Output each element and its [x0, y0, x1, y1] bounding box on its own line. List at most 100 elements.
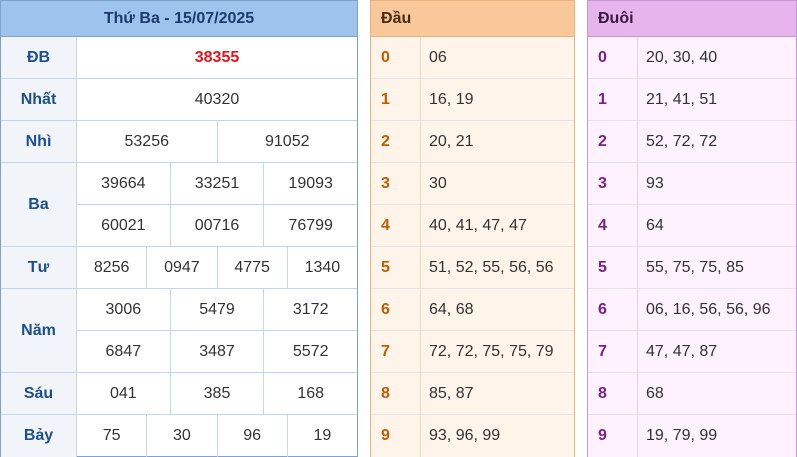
- dau-digit: 1: [371, 79, 421, 120]
- prize-number: 39664: [101, 174, 146, 192]
- dau-numbers: 16, 19: [429, 90, 474, 108]
- duoi-numbers: 68: [646, 384, 664, 402]
- prize-line: 39664 33251 19093: [77, 163, 357, 204]
- duoi-numbers: 64: [646, 216, 664, 234]
- prize-line: 3006 5479 3172: [77, 289, 357, 330]
- prize-number: 19: [286, 415, 357, 457]
- duoi-row: 5 55, 75, 75, 85: [588, 247, 796, 289]
- prize-number: 40320: [194, 90, 240, 108]
- prize-number: 30: [146, 415, 216, 457]
- dau-numbers: 85, 87: [429, 384, 474, 402]
- dau-digit: 0: [371, 37, 421, 78]
- duoi-row: 8 68: [588, 373, 796, 415]
- duoi-digit: 5: [588, 247, 638, 288]
- prize-number: 76799: [263, 205, 357, 246]
- dau-rows: 0 06 1 16, 19 2 20, 21 3 30 4 40, 41, 47, 47 5 51, …: [371, 37, 574, 457]
- duoi-numbers: 21, 41, 51: [646, 90, 718, 108]
- dau-row: 8 85, 87: [371, 373, 574, 415]
- prize-label: Tư: [1, 247, 77, 288]
- dau-numbers: 06: [429, 48, 447, 66]
- prize-values: 40320: [77, 79, 357, 120]
- duoi-rows: 0 20, 30, 40 1 21, 41, 51 2 52, 72, 72 3 93 4 64 5…: [588, 37, 796, 457]
- dau-numbers: 30: [429, 174, 447, 192]
- prize-line: 38355: [77, 37, 357, 78]
- prize-number: 3006: [105, 300, 142, 318]
- duoi-row: 9 19, 79, 99: [588, 415, 796, 457]
- duoi-numbers: 06, 16, 56, 56, 96: [646, 300, 771, 318]
- prize-label: Nhất: [1, 79, 77, 120]
- prize-number: 0947: [146, 247, 216, 288]
- duoi-row: 4 64: [588, 205, 796, 247]
- results-date-title: Thứ Ba - 15/07/2025: [1, 1, 357, 37]
- duoi-digit: 7: [588, 331, 638, 372]
- duoi-header: Đuôi: [588, 1, 796, 37]
- duoi-digit: 4: [588, 205, 638, 246]
- prize-row: ĐB 38355: [1, 37, 357, 79]
- prize-values: 53256 91052: [77, 121, 357, 162]
- prize-label: Bảy: [1, 415, 77, 457]
- prize-line: 75 30 96 19: [77, 415, 357, 457]
- prize-row: Sáu 041 385 168: [1, 373, 357, 415]
- duoi-row: 1 21, 41, 51: [588, 79, 796, 121]
- duoi-digit: 6: [588, 289, 638, 330]
- dau-numbers: 51, 52, 55, 56, 56: [429, 258, 554, 276]
- prize-number: 1340: [286, 247, 357, 288]
- prize-row: Nhất 40320: [1, 79, 357, 121]
- dau-digit: 5: [371, 247, 421, 288]
- dau-numbers: 72, 72, 75, 75, 79: [429, 342, 554, 360]
- prize-number: 53256: [124, 132, 170, 150]
- duoi-header-label: Đuôi: [598, 9, 634, 27]
- dau-digit: 7: [371, 331, 421, 372]
- prize-label: Ba: [1, 163, 77, 246]
- prize-row: Tư 8256 0947 4775 1340: [1, 247, 357, 289]
- prize-label: Sáu: [1, 373, 77, 414]
- dau-row: 1 16, 19: [371, 79, 574, 121]
- dau-row: 7 72, 72, 75, 75, 79: [371, 331, 574, 373]
- prize-number: 385: [169, 373, 264, 414]
- prize-number: 00716: [169, 205, 264, 246]
- dau-row: 9 93, 96, 99: [371, 415, 574, 457]
- prize-line: 53256 91052: [77, 121, 357, 162]
- duoi-digit: 9: [588, 415, 638, 457]
- prize-line: 60021 00716 76799: [77, 204, 357, 246]
- prize-values: 75 30 96 19: [77, 415, 357, 457]
- special-prize-number: 38355: [194, 48, 240, 66]
- dau-row: 4 40, 41, 47, 47: [371, 205, 574, 247]
- prize-number: 75: [102, 427, 121, 444]
- prize-rows: ĐB 38355 Nhất 40320 Nhì 53256 91052 Ba 39664 3325…: [1, 37, 357, 457]
- dau-digit: 4: [371, 205, 421, 246]
- dau-header: Đầu: [371, 1, 574, 37]
- prize-row: Nhì 53256 91052: [1, 121, 357, 163]
- dau-numbers: 40, 41, 47, 47: [429, 216, 527, 234]
- dau-row: 0 06: [371, 37, 574, 79]
- prize-number: 5572: [263, 331, 357, 372]
- duoi-digit: 8: [588, 373, 638, 414]
- prize-label: Nhì: [1, 121, 77, 162]
- duoi-row: 2 52, 72, 72: [588, 121, 796, 163]
- duoi-digit: 0: [588, 37, 638, 78]
- duoi-numbers: 20, 30, 40: [646, 48, 718, 66]
- prize-number: 91052: [216, 121, 358, 162]
- prize-row: Ba 39664 33251 19093 60021 00716 76799: [1, 163, 357, 247]
- prize-number: 33251: [169, 163, 264, 204]
- prize-line: 40320: [77, 79, 357, 120]
- prize-number: 96: [216, 415, 287, 457]
- prize-number: 8256: [93, 258, 130, 276]
- dau-digit: 3: [371, 163, 421, 204]
- dau-header-label: Đầu: [381, 9, 412, 27]
- dau-numbers: 93, 96, 99: [429, 427, 501, 444]
- duoi-numbers: 47, 47, 87: [646, 342, 718, 360]
- prize-values: 041 385 168: [77, 373, 357, 414]
- duoi-row: 6 06, 16, 56, 56, 96: [588, 289, 796, 331]
- duoi-row: 0 20, 30, 40: [588, 37, 796, 79]
- prize-row: Năm 3006 5479 3172 6847 3487 5572: [1, 289, 357, 373]
- prize-number: 6847: [105, 342, 142, 360]
- prize-line: 041 385 168: [77, 373, 357, 414]
- prize-row: Bảy 75 30 96 19: [1, 415, 357, 457]
- prize-number: 3172: [263, 289, 357, 330]
- duoi-table: Đuôi 0 20, 30, 40 1 21, 41, 51 2 52, 72, 72 3 9…: [587, 0, 797, 457]
- dau-numbers: 20, 21: [429, 132, 474, 150]
- prize-number: 4775: [216, 247, 287, 288]
- prize-label: Năm: [1, 289, 77, 372]
- dau-digit: 6: [371, 289, 421, 330]
